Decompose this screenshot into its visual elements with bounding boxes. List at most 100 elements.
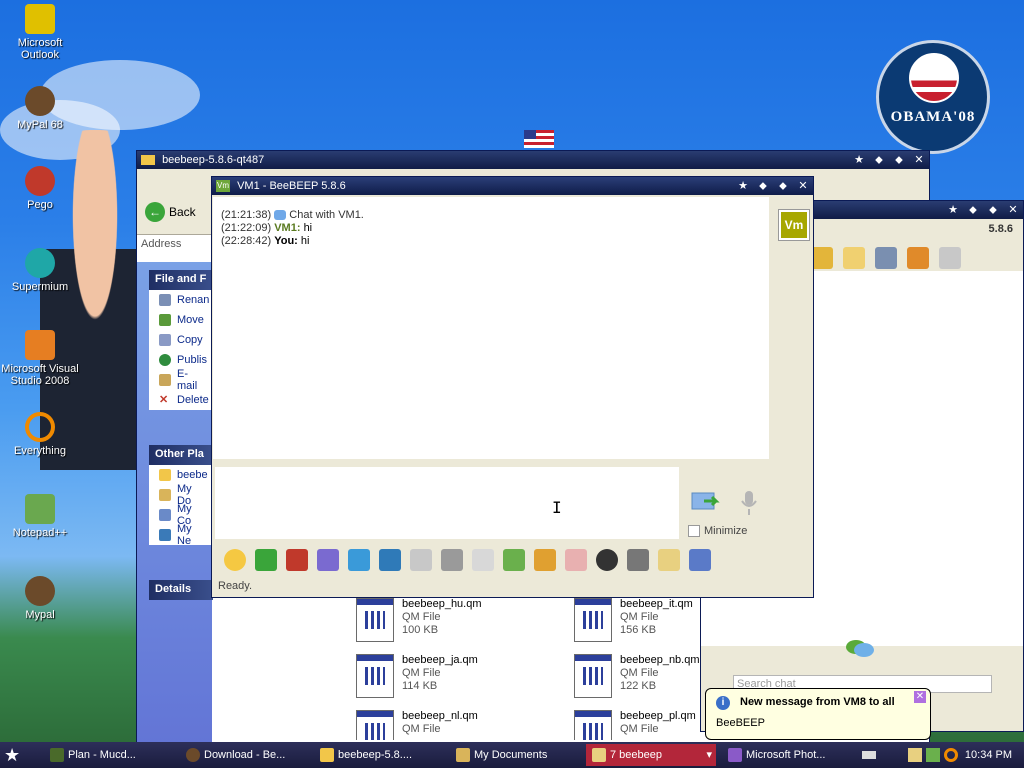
maximize-icon[interactable]: ⬥ [987,201,999,219]
clock[interactable]: 10:34 PM [965,744,1012,766]
html-icon[interactable] [565,549,587,571]
edit-icon[interactable] [843,247,865,269]
qm-file-icon [574,710,612,740]
pego-icon [25,166,55,196]
explorer-titlebar[interactable]: beebeep-5.8.6-qt487 ★ ⬥ ⬥ ✕ [137,151,929,169]
trash-icon[interactable] [939,247,961,269]
taskbar-item-plan[interactable]: Plan - Mucd... [44,744,174,766]
task-rename[interactable]: Renan [149,290,213,310]
clear-icon[interactable] [627,549,649,571]
user-avatar[interactable]: Vm [778,209,810,241]
place-my-documents[interactable]: My Do [149,483,213,507]
minimize-icon[interactable]: ⬥ [757,177,769,195]
close-icon[interactable]: ✕ [913,151,925,169]
update-icon[interactable] [907,247,929,269]
notepadpp-icon [25,494,55,524]
download-icon[interactable] [255,549,277,571]
desktop-icon-notepadpp[interactable]: Notepad++ [0,494,80,539]
message-input[interactable] [215,467,679,539]
move-icon [159,314,171,326]
outlook-icon [25,4,55,34]
task-publish[interactable]: Publis [149,350,213,370]
details-panel: Details [149,580,213,600]
taskbar-item-download[interactable]: Download - Be... [180,744,310,766]
task-copy[interactable]: Copy [149,330,213,350]
save-icon[interactable] [658,549,680,571]
taskbar-item-beebeep-folder[interactable]: beebeep-5.8.... [314,744,444,766]
chat-window-icon: Vm [216,180,230,193]
obama-logo-icon [909,53,959,103]
keyboard-icon[interactable] [862,751,876,759]
email-icon [159,374,171,386]
place-beebeep[interactable]: beebe [149,465,213,485]
pin-icon[interactable]: ★ [947,201,959,219]
filter-icon[interactable] [348,549,370,571]
other-places-header[interactable]: Other Pla [149,445,213,465]
copy-icon [159,334,171,346]
task-email[interactable]: E-mail [149,368,213,392]
note-icon[interactable] [811,247,833,269]
minimize-icon[interactable]: ⬥ [967,201,979,219]
settings-icon[interactable] [379,549,401,571]
qm-file-icon [356,710,394,740]
pin-icon[interactable]: ★ [853,151,865,169]
checkbox-box[interactable] [688,525,700,537]
file-icon[interactable] [503,549,525,571]
font-size-icon[interactable] [441,549,463,571]
qm-file-icon [574,654,612,698]
back-arrow-icon: ← [145,202,165,222]
place-my-computer[interactable]: My Co [149,503,213,527]
explorer-window-controls: ★ ⬥ ⬥ ✕ [853,151,925,169]
back-button[interactable]: ← Back [145,202,196,222]
desktop-icon-everything[interactable]: Everything [0,412,80,457]
color-icon[interactable] [317,549,339,571]
chat-titlebar[interactable]: Vm VM1 - BeeBEEP 5.8.6 ★ ⬥ ⬥ ✕ [212,177,813,195]
desktop-icon-supermium[interactable]: Supermium [0,248,80,293]
task-move[interactable]: Move [149,310,213,330]
close-icon[interactable]: ✕ [797,177,809,195]
desktop-icon-pego[interactable]: Pego [0,166,80,211]
raccoon-icon [25,576,55,606]
send-button[interactable] [690,489,722,515]
maximize-icon[interactable]: ⬥ [777,177,789,195]
desktop-icon-outlook[interactable]: Microsoft Outlook [0,4,80,61]
tools-icon[interactable] [875,247,897,269]
network-tray-icon[interactable] [926,748,940,762]
screenshot-icon[interactable] [596,549,618,571]
file-tasks-header[interactable]: File and F [149,270,213,290]
notification-balloon[interactable]: i New message from VM8 to all BeeBEEP ✕ [705,688,931,740]
send-file-icon[interactable] [534,549,556,571]
minimize-checkbox[interactable]: Minimize [688,525,747,537]
chat-title: VM1 - BeeBEEP 5.8.6 [237,180,346,192]
file-item[interactable]: beebeep_hu.qm QM File 100 KB [356,598,556,646]
minimize-icon[interactable]: ⬥ [873,151,885,169]
place-my-network[interactable]: My Ne [149,523,213,547]
microphone-icon[interactable] [740,489,758,517]
file-item[interactable]: beebeep_nl.qm QM File [356,710,556,740]
save-as-icon[interactable] [689,549,711,571]
task-delete[interactable]: ✕ Delete [149,390,213,410]
start-button[interactable]: ★ [4,745,30,765]
taskbar-item-my-documents[interactable]: My Documents [450,744,580,766]
desktop-icon-visual-studio[interactable]: Microsoft Visual Studio 2008 [0,330,80,387]
music-icon[interactable] [472,549,494,571]
spellcheck-icon[interactable] [410,549,432,571]
address-label: Address [141,238,182,250]
close-icon[interactable]: ✕ [1007,201,1019,219]
everything-tray-icon[interactable] [944,748,958,762]
maximize-icon[interactable]: ⬥ [893,151,905,169]
close-icon[interactable]: ✕ [914,691,926,703]
details-header[interactable]: Details [149,580,213,600]
beebeep-tray-icon[interactable] [908,748,922,762]
font-icon[interactable] [286,549,308,571]
pin-icon[interactable]: ★ [737,177,749,195]
chat-toolbar [224,549,711,571]
chat-window[interactable]: Vm VM1 - BeeBEEP 5.8.6 ★ ⬥ ⬥ ✕ (21:21:38… [211,176,814,598]
beebeep-main-toolbar [811,247,961,269]
taskbar-item-photo[interactable]: Microsoft Phot... [722,744,852,766]
desktop-icon-mypal68[interactable]: MyPal 68 [0,86,80,131]
emoticon-icon[interactable] [224,549,246,571]
desktop-icon-mypal[interactable]: Mypal [0,576,80,621]
file-item[interactable]: beebeep_ja.qm QM File 114 KB [356,654,556,702]
taskbar-item-beebeep[interactable]: 7 beebeep ▾ [586,744,716,766]
